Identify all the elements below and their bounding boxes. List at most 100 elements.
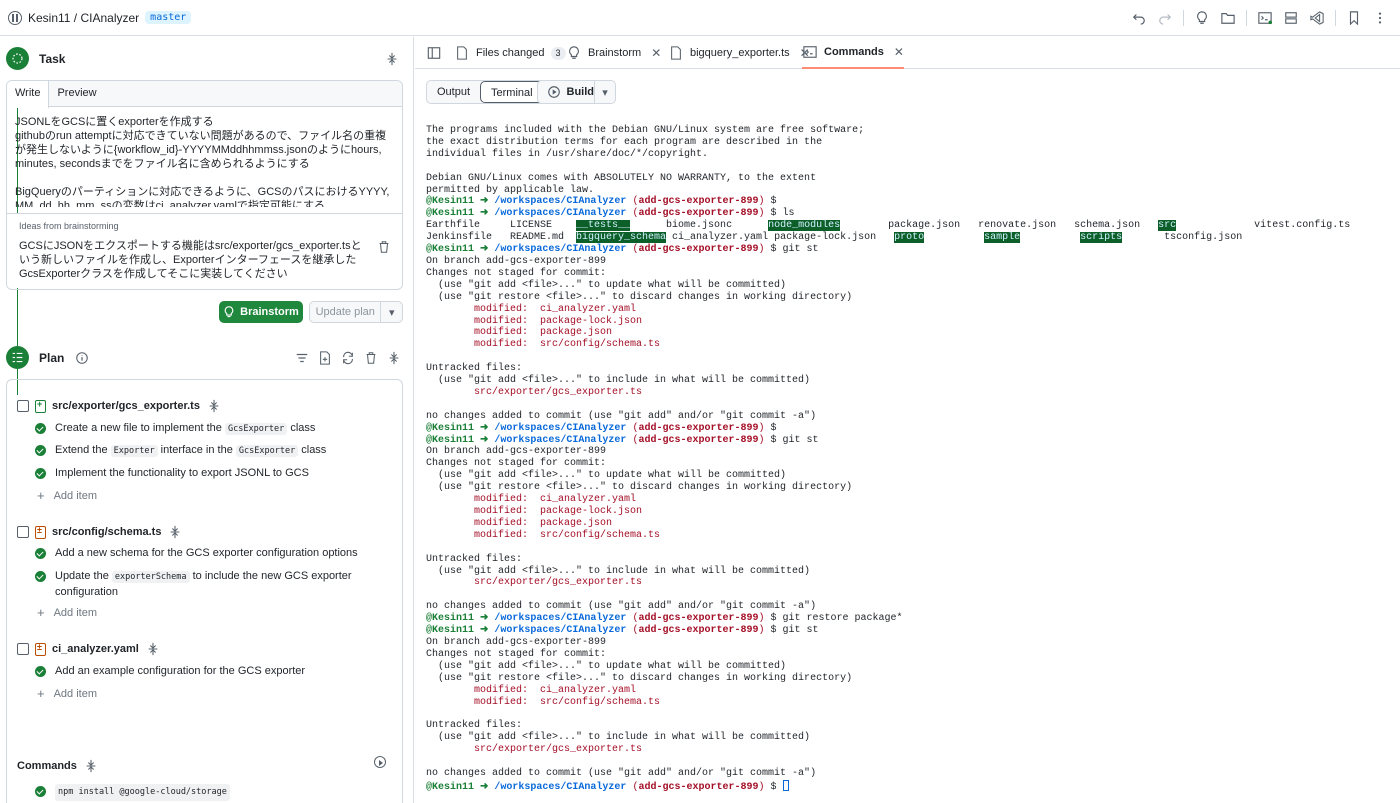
plan-step-icon <box>6 346 29 369</box>
tab-preview[interactable]: Preview <box>49 81 104 106</box>
terminal-icon[interactable] <box>1257 10 1273 26</box>
commands-title: Commands <box>17 760 77 772</box>
lightbulb-icon <box>566 45 582 61</box>
drag-handle-icon[interactable] <box>83 758 99 774</box>
trash-icon[interactable] <box>363 350 379 366</box>
list-item[interactable]: Add an example configuration for the GCS… <box>35 664 375 679</box>
repo-name[interactable]: Kesin11 / CIAnalyzer <box>28 11 139 25</box>
file-modified-icon <box>35 525 46 539</box>
check-circle-icon <box>35 423 46 434</box>
redo-icon[interactable] <box>1157 10 1173 26</box>
file-icon <box>668 45 684 61</box>
chevron-down-icon[interactable]: ▾ <box>594 81 615 103</box>
ideas-section: Ideas from brainstorming GCSにJSONをエクスポート… <box>7 213 402 288</box>
drag-handle-icon[interactable] <box>145 641 161 657</box>
drag-handle-icon[interactable] <box>206 398 222 414</box>
plus-icon: + <box>37 686 45 701</box>
chevron-down-icon[interactable]: ▾ <box>380 302 402 322</box>
toolbar-divider <box>1246 10 1247 26</box>
top-bar: Kesin11 / CIAnalyzer master <box>0 0 1400 36</box>
update-plan-label: Update plan <box>315 306 375 318</box>
add-item-button[interactable]: + Add item <box>37 686 97 701</box>
add-file-icon[interactable] <box>317 350 333 366</box>
tab-brainstorm[interactable]: Brainstorm ✕ <box>566 37 661 69</box>
lightbulb-icon[interactable] <box>1194 10 1210 26</box>
vscode-icon[interactable] <box>1309 10 1325 26</box>
file-checkbox[interactable] <box>17 400 29 412</box>
kebab-menu-icon[interactable] <box>1372 10 1388 26</box>
tab-files-changed[interactable]: Files changed 3 <box>454 37 566 69</box>
output-tab[interactable]: Output <box>427 81 480 103</box>
file-path[interactable]: src/config/schema.ts <box>52 526 161 538</box>
file-checkbox[interactable] <box>17 643 29 655</box>
refresh-icon[interactable] <box>340 350 356 366</box>
add-item-button[interactable]: + Add item <box>37 488 97 503</box>
brainstorm-button-label: Brainstorm <box>240 306 299 318</box>
terminal-output[interactable]: The programs included with the Debian GN… <box>426 125 1394 794</box>
close-icon[interactable]: ✕ <box>651 46 661 60</box>
list-item[interactable]: Implement the functionality to export JS… <box>35 466 375 481</box>
plan-title: Plan <box>39 350 65 365</box>
plan-file-row[interactable]: src/config/schema.ts <box>17 524 183 540</box>
brainstorm-button[interactable]: Brainstorm <box>219 301 303 323</box>
terminal-tab[interactable]: Terminal <box>480 81 544 103</box>
check-circle-icon <box>35 786 46 797</box>
filter-icon[interactable] <box>294 350 310 366</box>
check-circle-icon <box>35 548 46 559</box>
file-added-icon <box>35 399 46 413</box>
plan-header: Plan <box>6 346 90 369</box>
plan-file-row[interactable]: src/exporter/gcs_exporter.ts <box>17 398 222 414</box>
plan-card: src/exporter/gcs_exporter.ts Create a ne… <box>6 379 403 803</box>
left-panel: Task Write Preview JSONLをGCSに置くexporterを… <box>0 37 414 803</box>
fold-icon[interactable] <box>386 350 402 366</box>
sidebar-toggle-icon[interactable] <box>426 45 442 61</box>
command-text: npm install @google-cloud/storage <box>55 784 230 801</box>
close-icon[interactable]: ✕ <box>894 45 904 59</box>
terminal-icon <box>802 44 818 60</box>
tab-write[interactable]: Write <box>7 81 50 108</box>
command-item[interactable]: npm install @google-cloud/storage <box>35 784 375 801</box>
toolbar-divider <box>1335 10 1336 26</box>
undo-icon[interactable] <box>1131 10 1147 26</box>
file-checkbox[interactable] <box>17 526 29 538</box>
task-textarea[interactable]: JSONLをGCSに置くexporterを作成する githubのrun att… <box>7 107 402 207</box>
build-button[interactable]: Build ▾ <box>537 80 616 104</box>
play-circle-icon <box>546 84 562 100</box>
fold-icon[interactable] <box>384 51 400 67</box>
info-icon[interactable] <box>74 350 90 366</box>
lightbulb-icon <box>224 306 234 318</box>
check-circle-icon <box>35 445 46 456</box>
file-modified-icon <box>35 642 46 656</box>
list-item[interactable]: Extend the Exporter interface in the Gcs… <box>35 443 375 459</box>
output-terminal-toggle: Output Terminal <box>426 80 545 104</box>
right-panel: Files changed 3 Brainstorm ✕ bigquery_ex… <box>415 37 1400 803</box>
plan-file-row[interactable]: ci_analyzer.yaml <box>17 641 161 657</box>
ideas-text: GCSにJSONをエクスポートする機能はsrc/exporter/gcs_exp… <box>19 240 362 280</box>
repo-breadcrumb: Kesin11 / CIAnalyzer master <box>0 10 192 25</box>
check-circle-icon <box>35 666 46 677</box>
plan-toolbar <box>294 350 402 366</box>
tab-bigquery-exporter[interactable]: bigquery_exporter.ts ✕ <box>668 37 810 69</box>
list-item[interactable]: Add a new schema for the GCS exporter co… <box>35 546 375 561</box>
file-diff-icon <box>454 45 470 61</box>
server-icon[interactable] <box>1283 10 1299 26</box>
branch-badge[interactable]: master <box>145 11 192 24</box>
file-path[interactable]: src/exporter/gcs_exporter.ts <box>52 400 200 412</box>
list-item[interactable]: Update the exporterSchema to include the… <box>35 569 375 600</box>
task-title: Task <box>39 51 66 66</box>
folder-icon[interactable] <box>1220 10 1236 26</box>
top-toolbar <box>1131 0 1388 36</box>
trash-icon[interactable] <box>376 239 392 255</box>
bookmark-icon[interactable] <box>1346 10 1362 26</box>
tab-commands[interactable]: Commands ✕ <box>802 37 904 69</box>
check-circle-icon <box>35 468 46 479</box>
plus-icon: + <box>37 605 45 620</box>
list-item[interactable]: Create a new file to implement the GcsEx… <box>35 421 375 437</box>
drag-handle-icon[interactable] <box>167 524 183 540</box>
run-commands-icon[interactable] <box>374 756 386 768</box>
file-path[interactable]: ci_analyzer.yaml <box>52 643 139 655</box>
task-step-icon <box>6 47 29 70</box>
update-plan-button[interactable]: Update plan ▾ <box>309 301 403 323</box>
task-card: Write Preview JSONLをGCSに置くexporterを作成する … <box>6 80 403 290</box>
add-item-button[interactable]: + Add item <box>37 605 97 620</box>
